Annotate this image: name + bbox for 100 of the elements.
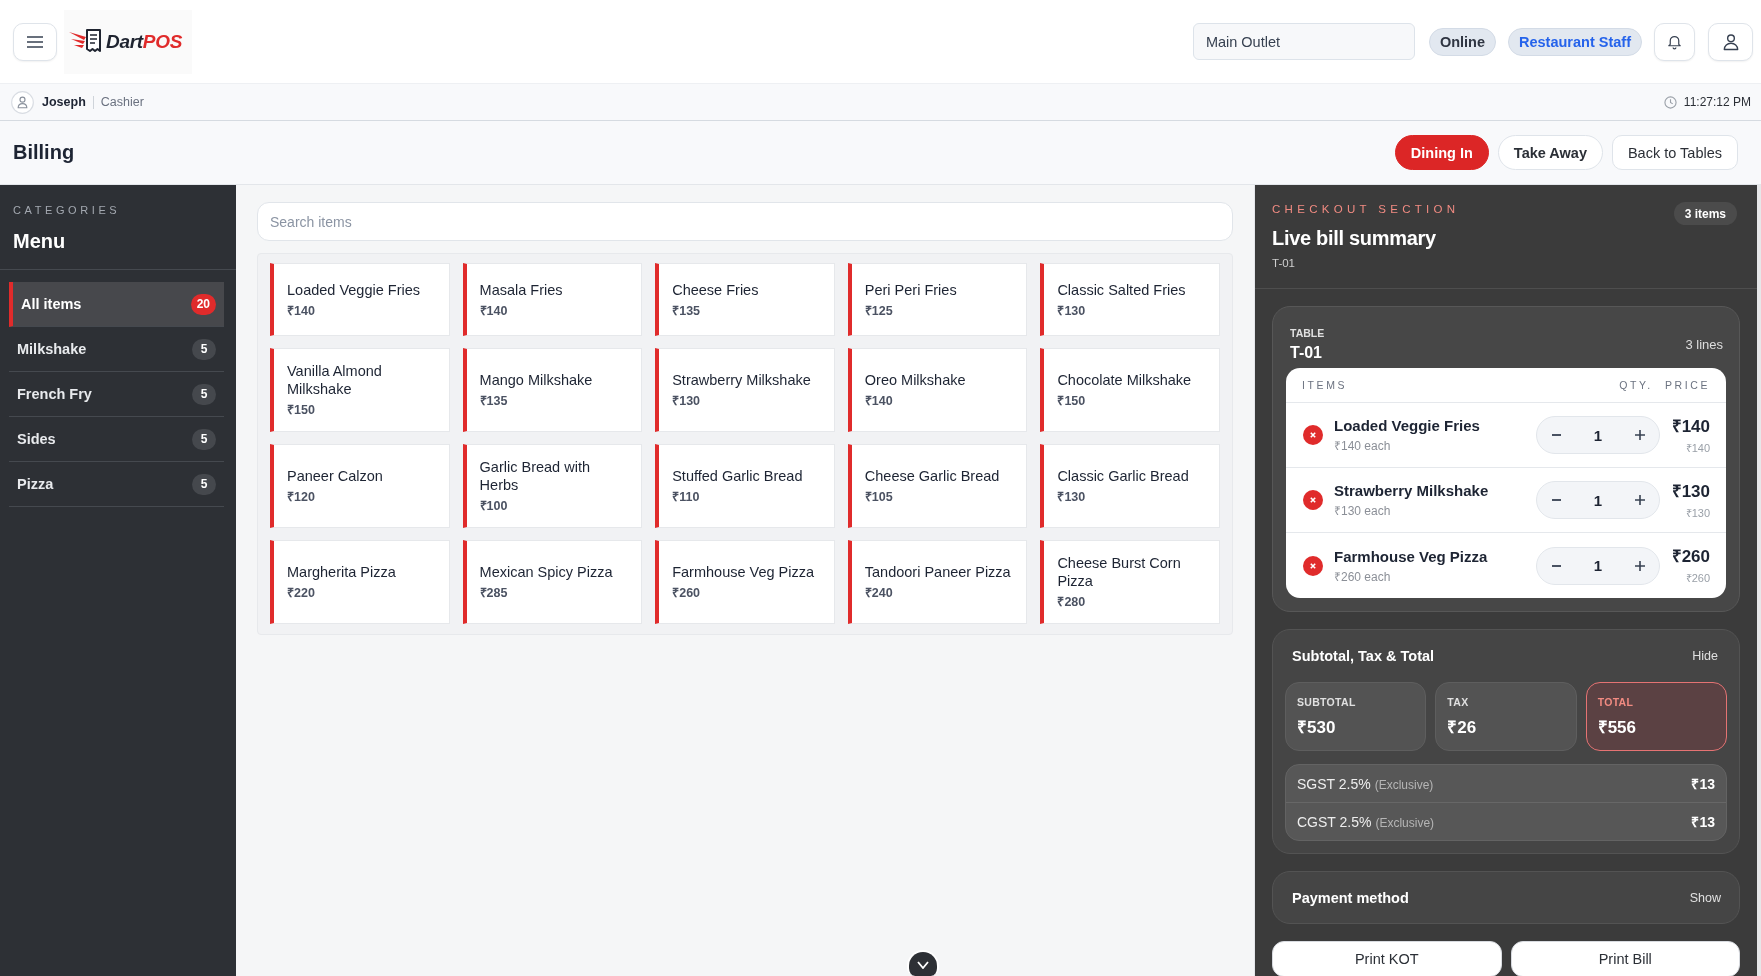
increment-button[interactable] bbox=[1634, 429, 1646, 441]
print-button[interactable]: Print Bill bbox=[1510, 941, 1740, 976]
column-header: ITEMS bbox=[1302, 379, 1349, 391]
product-card[interactable]: Classic Salted Fries ₹130 bbox=[1040, 263, 1220, 336]
product-name: Cheese Garlic Bread bbox=[864, 467, 1000, 485]
item-count-badge: 3 items bbox=[1673, 202, 1737, 225]
product-card[interactable]: Paneer Calzon ₹120 bbox=[270, 444, 450, 528]
summary-value: ₹556 bbox=[1597, 717, 1638, 738]
summary-label: TAX bbox=[1447, 696, 1470, 708]
print-button[interactable]: Print KOT bbox=[1272, 941, 1502, 976]
product-price: ₹140 bbox=[287, 302, 315, 319]
notifications-button[interactable] bbox=[1654, 22, 1695, 61]
product-card[interactable]: Tandoori Paneer Pizza ₹240 bbox=[847, 540, 1028, 624]
outlet-field[interactable]: Main Outlet bbox=[1192, 23, 1415, 60]
product-price: ₹140 bbox=[479, 302, 508, 319]
column-header: PRICE bbox=[1664, 379, 1710, 391]
remove-button[interactable] bbox=[1303, 425, 1323, 445]
section-title: Payment method bbox=[1292, 889, 1410, 906]
product-card[interactable]: Garlic Bread with Herbs ₹100 bbox=[462, 444, 643, 528]
plus-icon bbox=[1635, 495, 1645, 505]
minus-icon bbox=[1551, 499, 1561, 501]
product-card[interactable]: Chocolate Milkshake ₹150 bbox=[1040, 348, 1220, 432]
item-name: Strawberry Milkshake bbox=[1334, 481, 1490, 500]
product-price: ₹285 bbox=[479, 585, 508, 601]
item-name: Loaded Veggie Fries bbox=[1334, 416, 1481, 435]
count-badge: 5 bbox=[192, 428, 216, 450]
increment-button[interactable] bbox=[1634, 559, 1646, 572]
summary-label: TOTAL bbox=[1597, 696, 1635, 708]
order-type-tab[interactable]: Take Away bbox=[1497, 135, 1603, 170]
product-card[interactable]: Strawberry Milkshake ₹130 bbox=[655, 348, 835, 432]
product-name: Tandoori Paneer Pizza bbox=[864, 563, 1011, 581]
increment-button[interactable] bbox=[1634, 494, 1646, 506]
user-name: Joseph bbox=[42, 95, 86, 109]
section-label: CATEGORIES bbox=[13, 203, 122, 217]
product-card[interactable]: Peri Peri Fries ₹125 bbox=[847, 263, 1028, 336]
category-item[interactable]: Milkshake 5 bbox=[9, 327, 224, 372]
product-card[interactable]: Cheese Garlic Bread ₹105 bbox=[847, 444, 1028, 528]
product-card[interactable]: Cheese Fries ₹135 bbox=[655, 263, 835, 336]
minus-icon bbox=[1551, 564, 1561, 567]
table-code: T-01 bbox=[1272, 257, 1296, 269]
category-item[interactable]: All items 20 bbox=[9, 282, 224, 327]
order-type-tab[interactable]: Dining In bbox=[1394, 135, 1489, 170]
profile-button[interactable] bbox=[1708, 22, 1753, 61]
back-button[interactable]: Back to Tables bbox=[1611, 135, 1738, 170]
menu-button[interactable] bbox=[13, 22, 57, 61]
product-price: ₹150 bbox=[1057, 393, 1086, 409]
product-name: Cheese Fries bbox=[672, 280, 759, 299]
summary-value: ₹26 bbox=[1447, 717, 1478, 738]
unit-price: ₹260 each bbox=[1334, 568, 1392, 585]
product-name: Vanilla Almond Milkshake bbox=[287, 362, 383, 398]
search-field[interactable]: Search items bbox=[257, 202, 1233, 241]
status-badge: Online bbox=[1428, 27, 1496, 56]
remove-icon bbox=[1303, 425, 1323, 445]
product-name: Oreo Milkshake bbox=[864, 371, 966, 389]
quantity-value: 1 bbox=[1593, 426, 1603, 444]
line-unit-price: ₹140 bbox=[1684, 440, 1710, 455]
tax-amount: ₹13 bbox=[1691, 813, 1715, 831]
product-card[interactable]: Oreo Milkshake ₹140 bbox=[847, 348, 1028, 432]
product-name: Cheese Burst Corn Pizza bbox=[1057, 554, 1182, 590]
avatar-icon bbox=[11, 90, 34, 114]
plus-icon bbox=[1635, 560, 1645, 571]
section-title: Subtotal, Tax & Total bbox=[1292, 648, 1436, 664]
product-card[interactable]: Margherita Pizza ₹220 bbox=[270, 540, 450, 624]
product-card[interactable]: Loaded Veggie Fries ₹140 bbox=[270, 263, 450, 336]
remove-button[interactable] bbox=[1303, 490, 1323, 510]
product-card[interactable]: Stuffed Garlic Bread ₹110 bbox=[655, 444, 835, 528]
table-label: TABLE bbox=[1290, 326, 1326, 340]
product-card[interactable]: Mexican Spicy Pizza ₹285 bbox=[462, 540, 643, 624]
product-card[interactable]: Masala Fries ₹140 bbox=[462, 263, 643, 336]
product-card[interactable]: Classic Garlic Bread ₹130 bbox=[1040, 444, 1220, 528]
sidebar-title: Menu bbox=[13, 229, 67, 253]
minus-icon bbox=[1551, 434, 1561, 436]
category-item[interactable]: Sides 5 bbox=[9, 417, 224, 462]
unit-price: ₹130 each bbox=[1334, 503, 1392, 519]
product-card[interactable]: Cheese Burst Corn Pizza ₹280 bbox=[1040, 540, 1220, 624]
role-badge: Restaurant Staff bbox=[1508, 27, 1642, 56]
product-name: Classic Garlic Bread bbox=[1057, 467, 1189, 485]
item-name: Farmhouse Veg Pizza bbox=[1334, 546, 1489, 566]
product-card[interactable]: Mango Milkshake ₹135 bbox=[462, 348, 643, 432]
hide-toggle[interactable]: Hide bbox=[1692, 649, 1718, 663]
count-badge: 5 bbox=[192, 383, 216, 405]
product-price: ₹150 bbox=[287, 402, 315, 418]
category-item[interactable]: French Fry 5 bbox=[9, 372, 224, 417]
category-item[interactable]: Pizza 5 bbox=[9, 462, 224, 507]
section-label: CHECKOUT SECTION bbox=[1272, 202, 1461, 216]
count-badge: 5 bbox=[192, 338, 216, 360]
remove-icon bbox=[1303, 555, 1323, 576]
table-name: T-01 bbox=[1290, 342, 1323, 363]
unit-price: ₹140 each bbox=[1334, 438, 1392, 454]
show-toggle[interactable]: Show bbox=[1689, 890, 1721, 905]
product-card[interactable]: Vanilla Almond Milkshake ₹150 bbox=[270, 348, 450, 432]
user-role: Cashier bbox=[100, 95, 144, 109]
product-price: ₹135 bbox=[479, 393, 508, 409]
line-count: 3 lines bbox=[1685, 337, 1723, 352]
summary-value: ₹530 bbox=[1297, 717, 1337, 738]
product-card[interactable]: Farmhouse Veg Pizza ₹260 bbox=[655, 540, 835, 624]
menu-icon bbox=[27, 35, 43, 48]
product-name: Chocolate Milkshake bbox=[1057, 371, 1192, 389]
product-price: ₹135 bbox=[672, 302, 701, 319]
remove-button[interactable] bbox=[1303, 555, 1323, 576]
